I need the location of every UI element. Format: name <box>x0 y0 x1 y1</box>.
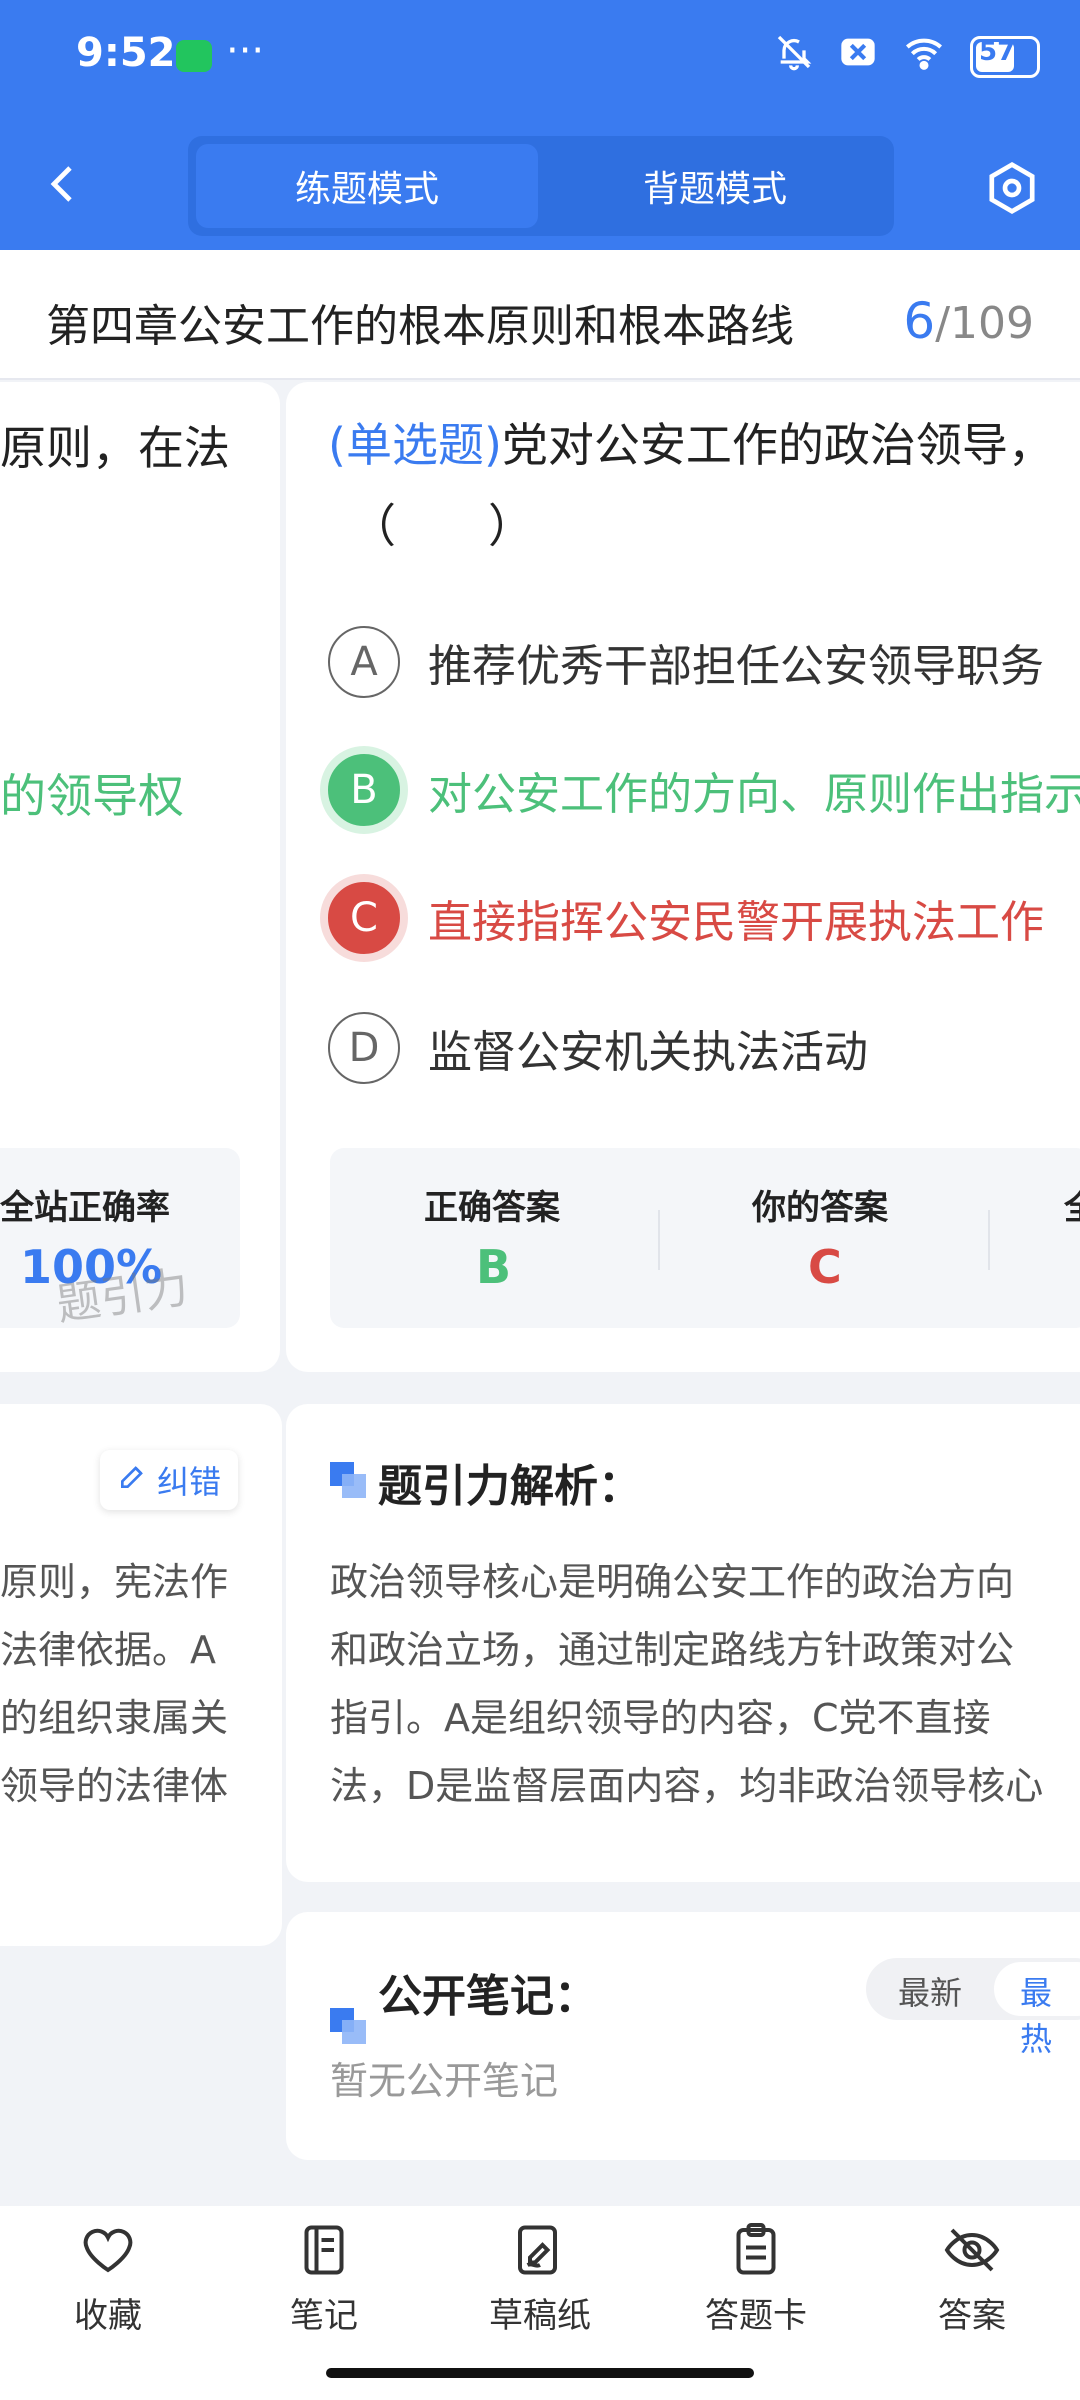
error-report-label: 纠错 <box>156 1463 221 1501</box>
question-type: (单选题) <box>328 418 502 472</box>
prev-analysis-line-3: 的组织隶属关 <box>0 1696 229 1740</box>
mode-switch: 练题模式 背题模式 <box>188 136 894 236</box>
tab-practice-mode[interactable]: 练题模式 <box>196 144 538 228</box>
option-c-letter: C <box>328 882 400 954</box>
wechat-notification-icon <box>176 40 212 72</box>
nav-answer-label: 答案 <box>938 2296 1006 2336</box>
notes-title: 公开笔记： <box>378 1971 598 2022</box>
battery-icon: 57 <box>970 35 1040 78</box>
nav-favorite-label: 收藏 <box>74 2296 142 2336</box>
heart-icon <box>78 2220 138 2280</box>
answer-sheet-icon <box>726 2220 786 2280</box>
site-accuracy-label-partial: 全 <box>1064 1180 1080 1229</box>
notebook-icon <box>294 2220 354 2280</box>
option-c-text: 直接指挥公安民警开展执法工作 <box>428 897 1044 948</box>
draft-icon <box>510 2220 570 2280</box>
nav-draft[interactable]: 草稿纸 <box>432 2220 648 2337</box>
analysis-line-1: 政治领导核心是明确公安工作的政治方向 <box>330 1560 1015 1604</box>
home-indicator[interactable] <box>326 2368 754 2378</box>
option-c[interactable]: C 直接指挥公安民警开展执法工作 <box>328 878 1044 958</box>
current-question-number: 6 <box>903 292 936 350</box>
nav-answer-sheet-label: 答题卡 <box>705 2296 807 2336</box>
question-blank: （ ） <box>350 499 534 553</box>
wifi-icon <box>902 32 946 81</box>
analysis-line-2: 和政治立场，通过制定路线方针政策对公 <box>330 1628 1015 1672</box>
option-a-text: 推荐优秀干部担任公安领导职务 <box>428 641 1044 692</box>
question-text: (单选题)党对公安工作的政治领导， <box>328 412 1054 478</box>
error-report-button[interactable]: 纠错 <box>100 1450 238 1510</box>
notes-section-icon <box>330 2008 366 2044</box>
nav-answer-sheet[interactable]: 答题卡 <box>648 2220 864 2337</box>
analysis-section-icon <box>330 1462 366 1498</box>
analysis-line-3: 指引。A是组织领导的内容，C党不直接 <box>330 1696 991 1740</box>
nav-answer[interactable]: 答案 <box>864 2220 1080 2337</box>
sort-newest[interactable]: 最新 <box>898 1968 962 2014</box>
edit-icon <box>117 1460 149 1500</box>
prev-analysis-line-2: 法律依据。A <box>0 1628 216 1672</box>
option-a[interactable]: A 推荐优秀干部担任公安领导职务 <box>328 622 1044 702</box>
prev-option-fragment: 的领导权 <box>0 769 184 823</box>
more-notifications-icon: ··· <box>226 28 265 74</box>
option-a-letter: A <box>328 626 400 698</box>
nav-favorite[interactable]: 收藏 <box>0 2220 216 2337</box>
question-stem: 党对公安工作的政治领导， <box>501 418 1054 472</box>
status-time: 9:52 <box>76 30 176 76</box>
option-d[interactable]: D 监督公安机关执法活动 <box>328 1008 868 1088</box>
back-button[interactable] <box>40 160 88 208</box>
prev-site-accuracy-label: 全站正确率 <box>0 1188 170 1228</box>
status-icons: 57 <box>774 32 1040 81</box>
your-answer-label: 你的答案 <box>752 1188 888 1228</box>
public-notes-card <box>286 1912 1080 2160</box>
analysis-title: 题引力解析： <box>378 1461 642 1512</box>
your-answer-value: C <box>808 1240 842 1294</box>
nav-draft-label: 草稿纸 <box>489 2296 591 2336</box>
total-questions: /109 <box>935 298 1034 349</box>
option-b[interactable]: B 对公安工作的方向、原则作出指示 <box>328 750 1080 830</box>
chapter-title: 第四章公安工作的根本原则和根本路线 <box>46 301 794 352</box>
option-d-letter: D <box>328 1012 400 1084</box>
option-d-text: 监督公安机关执法活动 <box>428 1027 868 1078</box>
stats-divider <box>658 1210 660 1270</box>
prev-analysis-line-4: 领导的法律体 <box>0 1764 229 1808</box>
close-box-icon <box>838 32 878 81</box>
prev-question-fragment: 原则，在法 <box>0 421 230 475</box>
prev-analysis-line-1: 原则，宪法作 <box>0 1560 229 1604</box>
analysis-line-4: 法，D是监督层面内容，均非政治领导核心 <box>330 1764 1044 1808</box>
option-b-text: 对公安工作的方向、原则作出指示 <box>428 769 1080 820</box>
correct-answer-value: B <box>476 1240 512 1294</box>
answer-stats-box <box>330 1148 1080 1328</box>
mute-icon <box>774 32 814 81</box>
sort-hottest[interactable]: 最热 <box>1020 1968 1080 2060</box>
correct-answer-label: 正确答案 <box>424 1188 560 1228</box>
nav-notes[interactable]: 笔记 <box>216 2220 432 2337</box>
settings-gear-icon[interactable] <box>984 160 1040 216</box>
option-b-letter: B <box>328 754 400 826</box>
question-counter: 6/109 <box>903 292 1034 350</box>
tab-recite-mode[interactable]: 背题模式 <box>544 144 886 228</box>
stats-divider <box>988 1210 990 1270</box>
battery-level: 57 <box>979 36 1016 67</box>
eye-off-icon <box>942 2220 1002 2280</box>
notes-empty-text: 暂无公开笔记 <box>330 2059 559 2103</box>
nav-notes-label: 笔记 <box>290 2296 358 2336</box>
